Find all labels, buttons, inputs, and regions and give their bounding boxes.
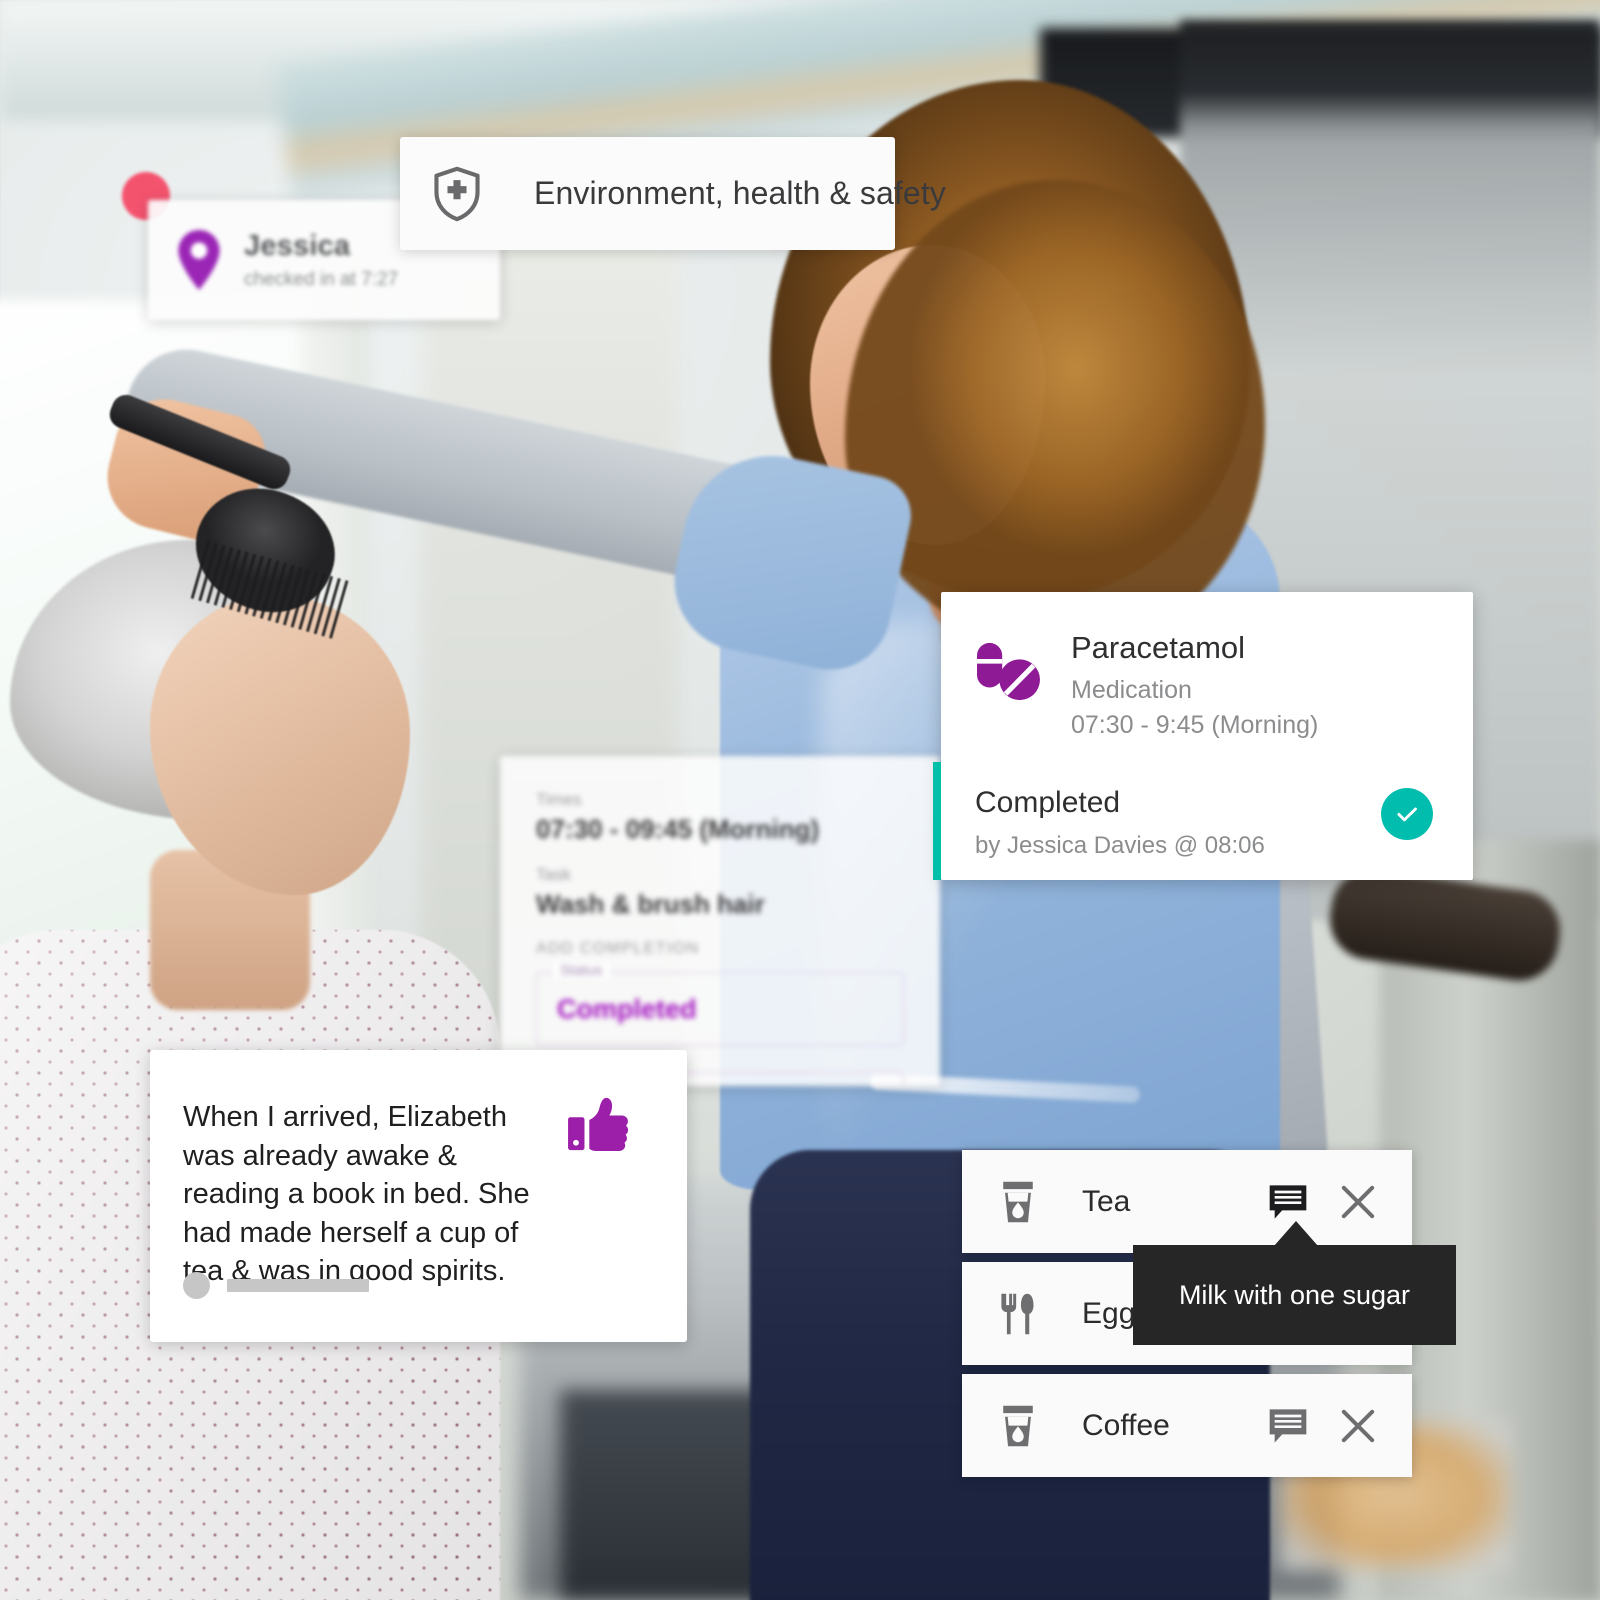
medication-status: Completed bbox=[975, 786, 1121, 819]
ehs-card[interactable]: Environment, health & safety bbox=[400, 137, 946, 250]
medication-completed-by: by Jessica Davies @ 08:06 bbox=[975, 832, 1265, 859]
tooltip-arrow bbox=[1274, 1221, 1318, 1246]
status-legend: Status bbox=[553, 962, 610, 979]
medication-status-row: Completed by Jessica Davies @ 08:06 bbox=[933, 762, 1473, 880]
ehs-label: Environment, health & safety bbox=[534, 175, 946, 211]
close-icon[interactable] bbox=[1338, 1182, 1378, 1222]
checkin-time: checked in at 7:27 bbox=[244, 268, 399, 290]
checkin-name: Jessica bbox=[244, 229, 351, 262]
medication-header: Paracetamol Medication 07:30 - 9:45 (Mor… bbox=[941, 592, 1473, 740]
note-carousel-indicator[interactable] bbox=[183, 1272, 369, 1299]
close-icon[interactable] bbox=[1338, 1406, 1378, 1446]
status-accent-bar bbox=[933, 762, 941, 880]
list-item[interactable]: Tea bbox=[962, 1150, 1412, 1253]
list-item-label: Tea bbox=[1082, 1184, 1131, 1218]
add-completion-heading: ADD COMPLETION bbox=[536, 940, 700, 957]
checkin-text: Jessica checked in at 7:27 bbox=[244, 230, 398, 291]
visit-note-text: When I arrived, Elizabeth was already aw… bbox=[183, 1101, 530, 1288]
screenshot-stage: Jessica checked in at 7:27 Environment, … bbox=[0, 0, 1600, 1600]
drink-glass-icon bbox=[994, 1402, 1042, 1450]
medication-title: Paracetamol bbox=[1071, 630, 1246, 665]
drink-glass-icon bbox=[994, 1178, 1042, 1226]
list-item-label: Coffee bbox=[1082, 1408, 1170, 1442]
medication-info: Paracetamol Medication 07:30 - 9:45 (Mor… bbox=[1071, 630, 1318, 740]
times-label: Times bbox=[536, 790, 582, 809]
medication-status-text: Completed by Jessica Davies @ 08:06 bbox=[941, 762, 1265, 860]
comment-icon[interactable] bbox=[1268, 1183, 1308, 1221]
shield-health-icon bbox=[432, 166, 482, 222]
task-label: Task bbox=[536, 865, 571, 884]
fork-knife-icon bbox=[994, 1290, 1042, 1338]
list-item[interactable]: Coffee bbox=[962, 1374, 1412, 1477]
thumbs-up-icon bbox=[567, 1096, 629, 1152]
medication-card[interactable]: Paracetamol Medication 07:30 - 9:45 (Mor… bbox=[933, 592, 1473, 880]
status-field[interactable]: Status Completed bbox=[536, 962, 904, 1046]
status-value: Completed bbox=[557, 993, 697, 1024]
times-value: 07:30 - 09:45 (Morning) bbox=[536, 814, 820, 844]
visit-note-card[interactable]: When I arrived, Elizabeth was already aw… bbox=[150, 1050, 687, 1342]
medication-time: 07:30 - 9:45 (Morning) bbox=[1071, 711, 1319, 739]
carousel-bar[interactable] bbox=[227, 1279, 369, 1292]
tooltip: Milk with one sugar bbox=[1133, 1245, 1456, 1345]
carousel-dot[interactable] bbox=[183, 1272, 210, 1299]
check-circle-icon[interactable] bbox=[1381, 788, 1433, 840]
pills-icon bbox=[975, 640, 1041, 702]
map-pin-icon bbox=[176, 230, 222, 290]
comment-icon[interactable] bbox=[1268, 1407, 1308, 1445]
tooltip-text: Milk with one sugar bbox=[1178, 1279, 1411, 1310]
task-detail-card[interactable]: Times 07:30 - 09:45 (Morning) Task Wash … bbox=[500, 756, 940, 1086]
task-value: Wash & brush hair bbox=[536, 889, 765, 919]
medication-type: Medication bbox=[1071, 676, 1192, 704]
